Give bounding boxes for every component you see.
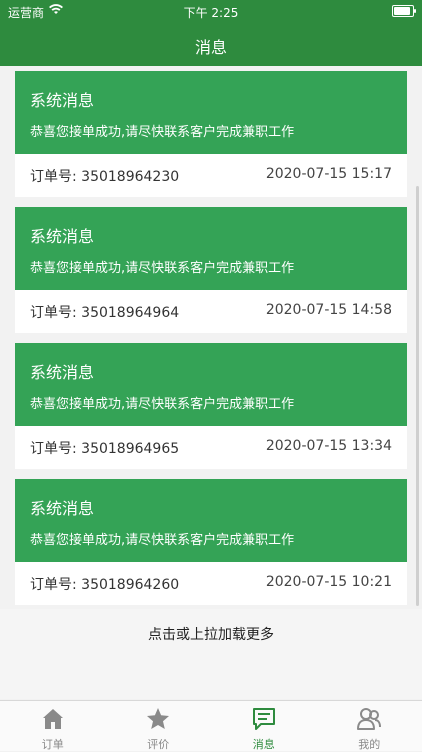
- message-list[interactable]: 系统消息 恭喜您接单成功,请尽快联系客户完成兼职工作 订单号: 35018964…: [0, 66, 422, 700]
- battery-icon: [392, 5, 414, 17]
- load-more-button[interactable]: 点击或上拉加载更多: [0, 624, 422, 644]
- message-body: 恭喜您接单成功,请尽快联系客户完成兼职工作: [30, 529, 294, 548]
- message-card-footer: 订单号: 35018964260 2020-07-15 10:21: [15, 562, 407, 605]
- message-card-header: 系统消息 恭喜您接单成功,请尽快联系客户完成兼职工作: [15, 479, 407, 562]
- scrollbar[interactable]: [416, 186, 419, 606]
- message-card-footer: 订单号: 35018964965 2020-07-15 13:34: [15, 426, 407, 469]
- status-bar: 运营商 下午 2:25: [0, 0, 422, 22]
- load-more-area[interactable]: 点击或上拉加载更多: [0, 609, 422, 699]
- message-card-header: 系统消息 恭喜您接单成功,请尽快联系客户完成兼职工作: [15, 207, 407, 290]
- message-card-footer: 订单号: 35018964964 2020-07-15 14:58: [15, 290, 407, 333]
- order-number: 订单号: 35018964964: [30, 302, 179, 322]
- message-icon: [251, 706, 277, 732]
- message-card[interactable]: 系统消息 恭喜您接单成功,请尽快联系客户完成兼职工作 订单号: 35018964…: [15, 479, 407, 605]
- message-date: 2020-07-15 13:34: [266, 438, 392, 454]
- home-icon: [40, 706, 66, 732]
- navigation-bar: 消息: [0, 22, 422, 66]
- message-body: 恭喜您接单成功,请尽快联系客户完成兼职工作: [30, 121, 294, 140]
- message-body: 恭喜您接单成功,请尽快联系客户完成兼职工作: [30, 257, 294, 276]
- status-time: 下午 2:25: [0, 4, 422, 21]
- message-card-header: 系统消息 恭喜您接单成功,请尽快联系客户完成兼职工作: [15, 343, 407, 426]
- page-title: 消息: [0, 34, 422, 58]
- order-number: 订单号: 35018964965: [30, 438, 179, 458]
- message-date: 2020-07-15 10:21: [266, 574, 392, 590]
- tab-profile[interactable]: 我的: [317, 701, 422, 751]
- tab-orders[interactable]: 订单: [0, 701, 106, 751]
- message-card[interactable]: 系统消息 恭喜您接单成功,请尽快联系客户完成兼职工作 订单号: 35018964…: [15, 343, 407, 469]
- message-title: 系统消息: [30, 223, 94, 247]
- tab-reviews[interactable]: 评价: [106, 701, 212, 751]
- message-date: 2020-07-15 14:58: [266, 302, 392, 318]
- tab-messages[interactable]: 消息: [211, 701, 317, 751]
- message-title: 系统消息: [30, 87, 94, 111]
- tab-bar: 订单 评价 消息 我的: [0, 700, 422, 751]
- message-date: 2020-07-15 15:17: [266, 166, 392, 182]
- order-number: 订单号: 35018964260: [30, 574, 179, 594]
- message-card-header: 系统消息 恭喜您接单成功,请尽快联系客户完成兼职工作: [15, 71, 407, 154]
- star-icon: [145, 706, 171, 732]
- message-title: 系统消息: [30, 495, 94, 519]
- message-card[interactable]: 系统消息 恭喜您接单成功,请尽快联系客户完成兼职工作 订单号: 35018964…: [15, 71, 407, 197]
- message-title: 系统消息: [30, 359, 94, 383]
- message-card[interactable]: 系统消息 恭喜您接单成功,请尽快联系客户完成兼职工作 订单号: 35018964…: [15, 207, 407, 333]
- user-icon: [356, 706, 382, 732]
- message-body: 恭喜您接单成功,请尽快联系客户完成兼职工作: [30, 393, 294, 412]
- order-number: 订单号: 35018964230: [30, 166, 179, 186]
- message-card-footer: 订单号: 35018964230 2020-07-15 15:17: [15, 154, 407, 197]
